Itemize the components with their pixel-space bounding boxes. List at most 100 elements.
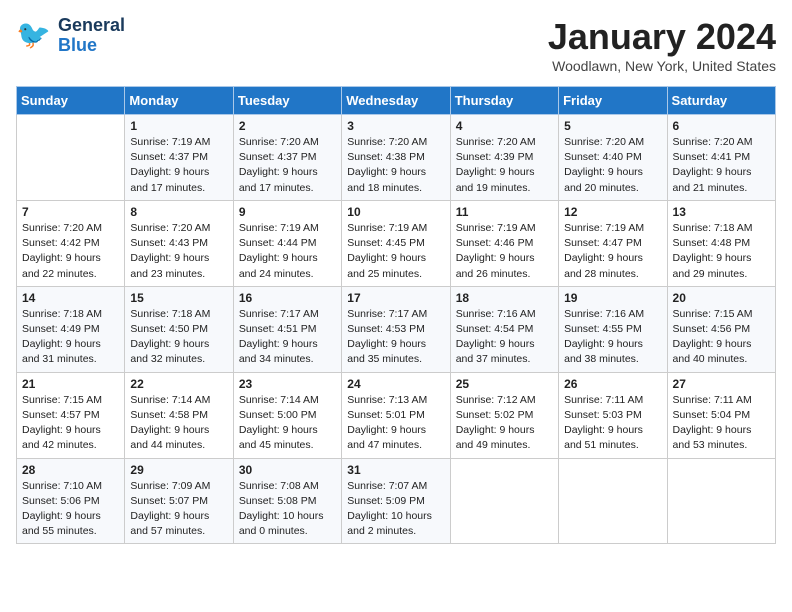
cell-line: Sunset: 4:49 PM [22,322,119,337]
cell-line: and 37 minutes. [456,352,553,367]
day-number: 5 [564,119,661,133]
svg-text:🐦: 🐦 [16,19,51,50]
day-number: 29 [130,463,227,477]
cell-content: Sunrise: 7:19 AMSunset: 4:45 PMDaylight:… [347,221,444,282]
cell-line: Sunrise: 7:13 AM [347,393,444,408]
cell-line: Daylight: 9 hours [347,423,444,438]
cell-content: Sunrise: 7:15 AMSunset: 4:57 PMDaylight:… [22,393,119,454]
cell-line: Daylight: 9 hours [239,165,336,180]
cell-line: Daylight: 10 hours [239,509,336,524]
cell-line: Sunset: 4:56 PM [673,322,770,337]
cell-line: Sunrise: 7:16 AM [564,307,661,322]
cell-content: Sunrise: 7:10 AMSunset: 5:06 PMDaylight:… [22,479,119,540]
cell-line: Sunset: 4:44 PM [239,236,336,251]
cell-line: Daylight: 9 hours [239,423,336,438]
cell-line: Sunset: 4:43 PM [130,236,227,251]
cell-line: and 34 minutes. [239,352,336,367]
cell-line: Sunset: 4:46 PM [456,236,553,251]
calendar-cell: 3Sunrise: 7:20 AMSunset: 4:38 PMDaylight… [342,115,450,201]
day-number: 10 [347,205,444,219]
cell-line: Sunset: 5:00 PM [239,408,336,423]
day-number: 17 [347,291,444,305]
cell-line: Sunrise: 7:14 AM [130,393,227,408]
cell-line: Sunset: 4:41 PM [673,150,770,165]
col-header-monday: Monday [125,87,233,115]
calendar-cell: 28 Sunrise: 7:10 AMSunset: 5:06 PMDayligh… [17,458,125,544]
col-header-friday: Friday [559,87,667,115]
cell-line: Sunset: 5:06 PM [22,494,119,509]
cell-line: Daylight: 9 hours [130,423,227,438]
cell-line: Daylight: 9 hours [347,337,444,352]
cell-line: Daylight: 9 hours [456,337,553,352]
cell-line: Sunrise: 7:17 AM [239,307,336,322]
cell-line: and 17 minutes. [239,181,336,196]
cell-content: Sunrise: 7:20 AMSunset: 4:39 PMDaylight:… [456,135,553,196]
cell-line: and 28 minutes. [564,267,661,282]
cell-line: Sunset: 4:45 PM [347,236,444,251]
cell-line: Sunrise: 7:10 AM [22,479,119,494]
cell-line: and 57 minutes. [130,524,227,539]
calendar-cell: 4Sunrise: 7:20 AMSunset: 4:39 PMDaylight… [450,115,558,201]
cell-line: Sunrise: 7:19 AM [239,221,336,236]
cell-line: Sunset: 4:40 PM [564,150,661,165]
cell-line: Daylight: 9 hours [564,423,661,438]
calendar-cell: 10 Sunrise: 7:19 AMSunset: 4:45 PMDayligh… [342,200,450,286]
calendar-cell: 26Sunrise: 7:11 AMSunset: 5:03 PMDayligh… [559,372,667,458]
cell-line: Daylight: 9 hours [22,509,119,524]
cell-line: Sunset: 4:55 PM [564,322,661,337]
calendar-cell: 20Sunrise: 7:15 AMSunset: 4:56 PMDayligh… [667,286,775,372]
calendar-cell: 11 Sunrise: 7:19 AMSunset: 4:46 PMDayligh… [450,200,558,286]
calendar-cell: 21Sunrise: 7:15 AMSunset: 4:57 PMDayligh… [17,372,125,458]
cell-line: and 31 minutes. [22,352,119,367]
page-header: 🐦 General Blue January 2024 Woodlawn, Ne… [16,16,776,74]
day-number: 19 [564,291,661,305]
title-block: January 2024 Woodlawn, New York, United … [548,16,776,74]
calendar-week-row: 28Sunrise: 7:10 AMSunset: 5:06 PMDayligh… [17,458,776,544]
cell-line: Daylight: 9 hours [239,251,336,266]
cell-line: and 19 minutes. [456,181,553,196]
cell-line: Sunset: 4:37 PM [130,150,227,165]
cell-content: Sunrise: 7:12 AMSunset: 5:02 PMDaylight:… [456,393,553,454]
cell-line: and 32 minutes. [130,352,227,367]
cell-content: Sunrise: 7:08 AMSunset: 5:08 PMDaylight:… [239,479,336,540]
logo-text-blue: Blue [58,36,125,56]
cell-line: Sunset: 4:38 PM [347,150,444,165]
day-number: 11 [456,205,553,219]
cell-content: Sunrise: 7:19 AMSunset: 4:44 PMDaylight:… [239,221,336,282]
calendar-week-row: 7Sunrise: 7:20 AMSunset: 4:42 PMDaylight… [17,200,776,286]
cell-line: Sunset: 4:53 PM [347,322,444,337]
calendar-cell: 9Sunrise: 7:19 AMSunset: 4:44 PMDaylight… [233,200,341,286]
calendar-cell: 31Sunrise: 7:07 AMSunset: 5:09 PMDayligh… [342,458,450,544]
calendar-cell: 24Sunrise: 7:13 AMSunset: 5:01 PMDayligh… [342,372,450,458]
cell-content: Sunrise: 7:16 AMSunset: 4:55 PMDaylight:… [564,307,661,368]
calendar-cell [667,458,775,544]
cell-content: Sunrise: 7:20 AMSunset: 4:41 PMDaylight:… [673,135,770,196]
cell-content: Sunrise: 7:14 AMSunset: 5:00 PMDaylight:… [239,393,336,454]
day-number: 28 [22,463,119,477]
calendar-cell: 16Sunrise: 7:17 AMSunset: 4:51 PMDayligh… [233,286,341,372]
cell-line: Daylight: 9 hours [130,337,227,352]
cell-line: Sunrise: 7:15 AM [22,393,119,408]
cell-line: and 17 minutes. [130,181,227,196]
cell-line: Sunrise: 7:15 AM [673,307,770,322]
cell-line: and 20 minutes. [564,181,661,196]
cell-line: Sunset: 4:57 PM [22,408,119,423]
cell-line: Sunrise: 7:11 AM [564,393,661,408]
cell-content: Sunrise: 7:20 AMSunset: 4:43 PMDaylight:… [130,221,227,282]
cell-line: Sunset: 4:39 PM [456,150,553,165]
cell-content: Sunrise: 7:18 AMSunset: 4:50 PMDaylight:… [130,307,227,368]
cell-line: and 51 minutes. [564,438,661,453]
calendar-cell: 6Sunrise: 7:20 AMSunset: 4:41 PMDaylight… [667,115,775,201]
cell-line: Daylight: 9 hours [564,251,661,266]
cell-line: Sunrise: 7:18 AM [673,221,770,236]
cell-line: Sunset: 5:01 PM [347,408,444,423]
cell-line: Daylight: 10 hours [347,509,444,524]
calendar-cell: 2Sunrise: 7:20 AMSunset: 4:37 PMDaylight… [233,115,341,201]
cell-content: Sunrise: 7:19 AMSunset: 4:46 PMDaylight:… [456,221,553,282]
cell-content: Sunrise: 7:19 AMSunset: 4:37 PMDaylight:… [130,135,227,196]
calendar-week-row: 14Sunrise: 7:18 AMSunset: 4:49 PMDayligh… [17,286,776,372]
cell-line: Sunrise: 7:12 AM [456,393,553,408]
cell-line: Daylight: 9 hours [456,423,553,438]
cell-line: and 24 minutes. [239,267,336,282]
calendar-cell: 25Sunrise: 7:12 AMSunset: 5:02 PMDayligh… [450,372,558,458]
